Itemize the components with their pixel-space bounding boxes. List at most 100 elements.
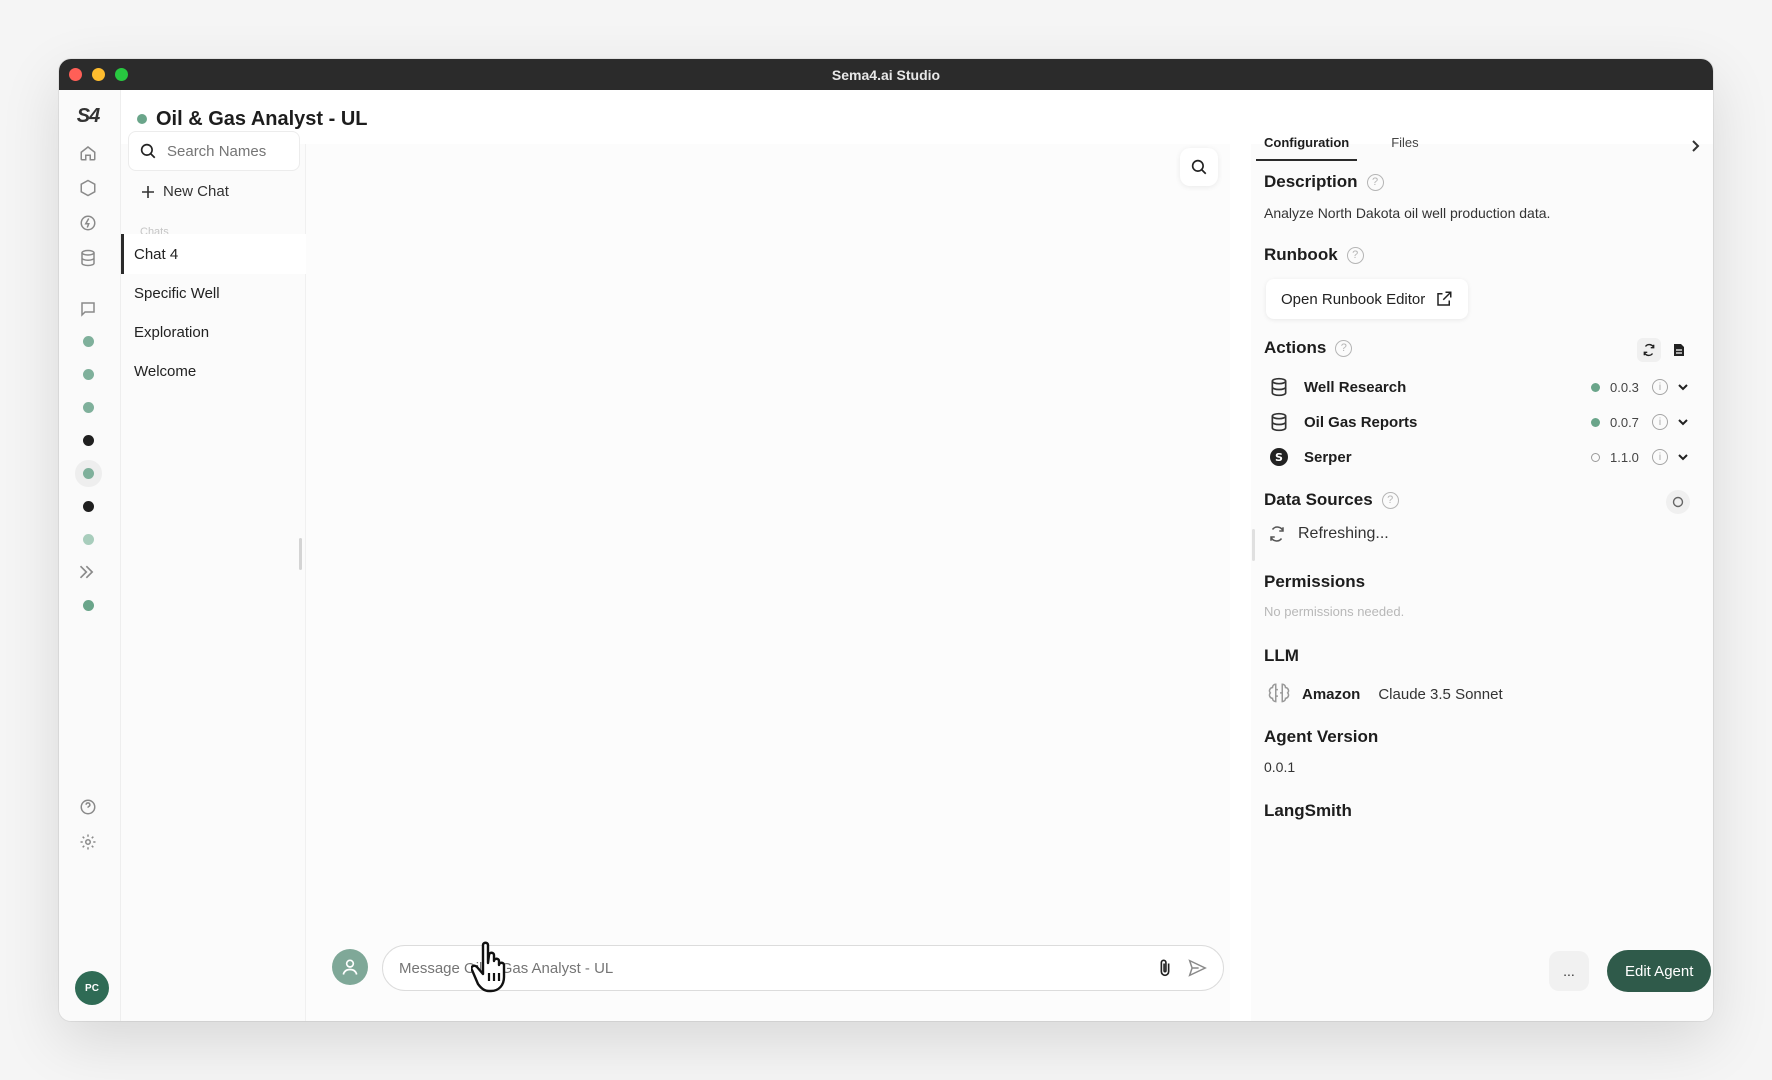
chat-item-label: Exploration [134, 323, 210, 341]
window-controls [69, 68, 128, 81]
agent-dot-3[interactable] [83, 402, 94, 413]
send-icon[interactable] [1187, 959, 1207, 977]
settings-icon[interactable] [76, 830, 100, 854]
chat-item-specific-well[interactable]: Specific Well [121, 273, 306, 313]
pointer-hand-cursor-icon [470, 939, 523, 1002]
help-circle-icon[interactable]: ? [1366, 173, 1384, 191]
data-sources-heading-text: Data Sources [1264, 490, 1373, 509]
action-status-dot [1591, 382, 1600, 392]
icon-rail: S4 PC [59, 90, 121, 1021]
action-row-oil-gas-reports[interactable]: Oil Gas Reports 0.0.7 i [1268, 408, 1688, 436]
user-avatar[interactable]: PC [75, 971, 109, 1005]
chat-item-chat-4[interactable]: Chat 4 [121, 234, 306, 274]
conversation-search-button[interactable] [1180, 148, 1218, 186]
description-heading: Description ? [1264, 172, 1384, 192]
llm-heading-text: LLM [1264, 646, 1299, 665]
info-icon[interactable]: i [1652, 449, 1668, 465]
collapse-panel-chevron-icon[interactable] [1690, 139, 1700, 155]
action-name: Well Research [1304, 378, 1407, 396]
search-icon [140, 143, 156, 159]
permissions-heading: Permissions [1264, 572, 1365, 592]
config-tabs: Configuration Files [1256, 129, 1427, 161]
edit-agent-button[interactable]: Edit Agent [1607, 950, 1712, 992]
agent-status-dot [137, 114, 147, 124]
action-name: Oil Gas Reports [1304, 413, 1418, 431]
agent-dot-4[interactable] [83, 435, 94, 446]
database-icon[interactable] [76, 246, 100, 270]
attach-icon[interactable] [1157, 958, 1173, 978]
action-row-well-research[interactable]: Well Research 0.0.3 i [1268, 373, 1688, 401]
close-window-button[interactable] [69, 68, 82, 81]
more-options-button[interactable]: ... [1549, 951, 1589, 991]
agent-dot-7[interactable] [83, 534, 94, 545]
app-logo[interactable]: S4 [76, 104, 100, 128]
agent-version-value: 0.0.1 [1264, 759, 1296, 775]
action-version: 0.0.7 [1610, 414, 1639, 430]
chat-item-welcome[interactable]: Welcome [121, 351, 306, 391]
description-heading-text: Description [1264, 172, 1358, 191]
config-footer-actions: ... Edit Agent [1549, 950, 1712, 992]
open-runbook-editor-button[interactable]: Open Runbook Editor [1266, 279, 1469, 319]
tab-files[interactable]: Files [1383, 129, 1426, 161]
tab-configuration[interactable]: Configuration [1256, 129, 1358, 161]
config-panel-resize-handle[interactable] [1252, 529, 1255, 561]
llm-model: Claude 3.5 Sonnet [1378, 685, 1503, 703]
chat-item-label: Specific Well [134, 284, 220, 302]
serper-logo-icon: S [1268, 447, 1290, 467]
info-icon[interactable]: i [1652, 379, 1668, 395]
new-chat-label: New Chat [163, 183, 229, 200]
data-sources-heading: Data Sources ? [1264, 490, 1399, 510]
description-text: Analyze North Dakota oil well production… [1264, 205, 1551, 221]
chevron-down-icon[interactable] [1678, 450, 1688, 464]
actions-icon[interactable] [76, 211, 100, 235]
chat-item-exploration[interactable]: Exploration [121, 312, 306, 352]
forward-icon[interactable] [76, 560, 100, 584]
action-version: 0.0.3 [1610, 379, 1639, 395]
chat-list-resize-handle[interactable] [299, 538, 302, 570]
database-icon [1268, 377, 1290, 397]
chat-search-box[interactable] [128, 131, 300, 171]
help-icon[interactable] [76, 795, 100, 819]
chevron-down-icon[interactable] [1678, 415, 1688, 429]
actions-heading-text: Actions [1264, 338, 1327, 357]
database-icon [1268, 412, 1290, 432]
permissions-heading-text: Permissions [1264, 572, 1366, 591]
agent-dot-2[interactable] [83, 369, 94, 380]
refresh-actions-icon[interactable] [1637, 338, 1661, 362]
chat-item-label: Welcome [134, 362, 197, 380]
agents-icon[interactable] [76, 176, 100, 200]
agent-dot-6[interactable] [83, 501, 94, 512]
chat-icon[interactable] [76, 297, 100, 321]
maximize-window-button[interactable] [115, 68, 128, 81]
home-icon[interactable] [76, 141, 100, 165]
minimize-window-button[interactable] [92, 68, 105, 81]
chat-search-input[interactable] [167, 142, 277, 160]
runbook-heading: Runbook ? [1264, 245, 1364, 265]
action-status-dot [1591, 452, 1600, 462]
action-name: Serper [1304, 448, 1352, 466]
chevron-down-icon[interactable] [1678, 380, 1688, 394]
refreshing-text: Refreshing... [1298, 525, 1389, 542]
document-icon[interactable] [1667, 338, 1691, 362]
plus-icon [142, 185, 154, 198]
chat-item-label: Chat 4 [134, 245, 179, 263]
data-sources-status-icon[interactable] [1666, 490, 1690, 514]
runbook-button-label: Open Runbook Editor [1281, 290, 1426, 308]
info-icon[interactable]: i [1652, 414, 1668, 430]
agent-dot-5-active[interactable] [83, 468, 94, 479]
actions-heading: Actions ? [1264, 338, 1353, 358]
help-circle-icon[interactable]: ? [1335, 339, 1353, 357]
agent-dot-1[interactable] [83, 336, 94, 347]
runbook-heading-text: Runbook [1264, 245, 1338, 264]
agent-version-heading: Agent Version [1264, 727, 1378, 747]
agent-title: Oil & Gas Analyst - UL [156, 107, 368, 130]
help-circle-icon[interactable]: ? [1346, 246, 1364, 264]
help-circle-icon[interactable]: ? [1381, 491, 1399, 509]
new-chat-button[interactable]: New Chat [141, 183, 229, 200]
agent-header: Oil & Gas Analyst - UL [137, 104, 368, 134]
agent-dot-8[interactable] [83, 600, 94, 611]
action-row-serper[interactable]: S Serper 1.1.0 i [1268, 443, 1688, 471]
app-window: Sema4.ai Studio S4 PC Oil & Gas Analyst … [59, 59, 1713, 1021]
refresh-icon [1270, 526, 1284, 542]
data-sources-refreshing: Refreshing... [1268, 525, 1389, 543]
